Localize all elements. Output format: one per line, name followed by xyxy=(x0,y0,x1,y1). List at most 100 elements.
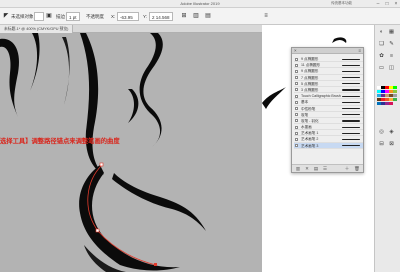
color-swatch[interactable] xyxy=(381,101,385,105)
x-coordinate-field[interactable]: -63.95 mm xyxy=(117,12,139,29)
fill-swatch[interactable] xyxy=(34,12,44,21)
align-panel-icon[interactable]: ⊟ xyxy=(378,141,385,148)
ink-stroke xyxy=(332,37,347,43)
stroke-label: 描边 xyxy=(56,14,65,19)
transparency-panel-icon[interactable]: ◫ xyxy=(388,65,395,72)
appearance-panel-icon[interactable]: ◎ xyxy=(378,129,385,136)
gradient-panel-icon[interactable]: ▭ xyxy=(378,65,385,72)
brush-checkbox[interactable] xyxy=(295,131,298,135)
ink-stroke xyxy=(262,87,286,109)
brush-checkbox[interactable] xyxy=(295,63,298,67)
color-swatch[interactable] xyxy=(393,89,397,93)
color-swatch[interactable] xyxy=(377,101,381,105)
stroke-swatch-icon[interactable]: ▣ xyxy=(45,12,53,21)
stroke-weight-field[interactable]: 1 pt xyxy=(66,12,80,21)
align-icon[interactable]: ▥ xyxy=(192,12,200,21)
color-swatch[interactable] xyxy=(381,85,385,89)
color-swatch[interactable] xyxy=(393,97,397,101)
symbols-panel-icon[interactable]: ✿ xyxy=(378,53,385,60)
color-swatch[interactable] xyxy=(385,89,389,93)
color-swatch[interactable] xyxy=(377,97,381,101)
opacity-label[interactable]: 不透明度 xyxy=(86,12,104,21)
anchor-point xyxy=(95,228,100,233)
arrange-icon[interactable]: ▤ xyxy=(204,12,212,21)
layers-panel-icon[interactable]: ❏ xyxy=(378,41,385,48)
ink-stroke xyxy=(62,37,70,105)
color-swatch[interactable] xyxy=(381,97,385,101)
panel-close-icon[interactable]: × xyxy=(294,48,297,54)
ink-stroke xyxy=(79,165,180,271)
brush-checkbox[interactable] xyxy=(295,125,298,129)
brush-checkbox[interactable] xyxy=(295,76,298,80)
brush-checkbox[interactable] xyxy=(295,144,298,148)
brushes-panel-icon[interactable]: ✎ xyxy=(388,41,395,48)
brush-checkbox[interactable] xyxy=(295,100,298,104)
brush-item[interactable]: 艺术画笔 3 xyxy=(294,142,363,149)
color-panel-icon[interactable]: ◐ xyxy=(378,29,385,36)
color-swatch[interactable] xyxy=(377,93,381,97)
selection-status: 未选择对象 xyxy=(11,14,34,19)
brush-checkbox[interactable] xyxy=(295,107,298,110)
stroke-options-icon[interactable]: ▤ xyxy=(313,166,319,172)
color-swatch[interactable] xyxy=(385,97,389,101)
menu-icon[interactable]: ≡ xyxy=(262,12,270,21)
remove-stroke-icon[interactable]: ✕ xyxy=(304,166,310,172)
ink-stroke xyxy=(128,89,139,123)
brush-checkbox[interactable] xyxy=(295,57,298,61)
brush-checkbox[interactable] xyxy=(295,137,298,141)
y-label: Y: xyxy=(143,14,148,19)
swatches-panel-icon[interactable]: ▦ xyxy=(388,29,395,36)
color-swatch[interactable] xyxy=(385,85,389,89)
ink-stroke xyxy=(112,173,206,231)
panel-menu-icon[interactable]: ≡ xyxy=(358,48,361,54)
workspace-switcher[interactable]: 传统基本功能 xyxy=(331,1,352,6)
panel-header[interactable]: × ≡ xyxy=(292,48,363,54)
color-swatch[interactable] xyxy=(389,85,393,89)
brush-checkbox[interactable] xyxy=(295,113,298,117)
stroke-panel-icon[interactable]: ≡ xyxy=(388,53,395,60)
anchor-point xyxy=(99,162,104,167)
selection-arrow-icon: ◤ xyxy=(3,13,9,19)
new-brush-icon[interactable]: ＋ xyxy=(344,166,350,172)
minimize-icon[interactable]: – xyxy=(374,1,382,7)
brush-options-icon[interactable]: ☰ xyxy=(322,166,328,172)
control-bar: ◤ 未选择对象 ▣ 描边 1 pt 不透明度 X: -63.95 mm Y: 2… xyxy=(0,8,400,29)
color-swatch[interactable] xyxy=(393,85,397,89)
ink-stroke xyxy=(0,38,20,117)
window-title-bar: Adobe Illustrator 2019 传统基本功能 – □ × xyxy=(0,0,400,8)
brush-stroke-preview xyxy=(342,126,360,128)
brush-checkbox[interactable] xyxy=(295,82,298,86)
color-swatch[interactable] xyxy=(377,85,381,89)
color-swatch[interactable] xyxy=(389,89,393,93)
brush-checkbox[interactable] xyxy=(295,94,298,98)
ink-stroke xyxy=(30,33,40,91)
close-icon[interactable]: × xyxy=(392,1,400,7)
brush-library-icon[interactable]: ▥ xyxy=(295,166,301,172)
brush-name: 艺术画笔 3 xyxy=(301,143,319,148)
brush-stroke-preview xyxy=(342,95,360,97)
y-coordinate-field[interactable]: 2 14.568 mm xyxy=(149,12,173,29)
brush-stroke-preview xyxy=(342,145,360,147)
brush-checkbox[interactable] xyxy=(295,88,298,92)
pathfinder-panel-icon[interactable]: ⊠ xyxy=(388,141,395,148)
maximize-icon[interactable]: □ xyxy=(383,1,391,7)
color-swatch[interactable] xyxy=(385,101,389,105)
color-swatch[interactable] xyxy=(381,93,385,97)
transform-icon[interactable]: ⊞ xyxy=(180,12,188,21)
canvas[interactable] xyxy=(0,33,262,272)
delete-brush-icon[interactable]: 🗑 xyxy=(354,166,360,172)
document-tab[interactable]: 未标题-1* @ 400% (CMYK/GPU 预览) xyxy=(0,25,74,33)
panel-footer: ▥ ✕ ▤ ☰ ＋ 🗑 xyxy=(292,164,363,172)
color-swatch[interactable] xyxy=(385,93,389,97)
color-swatch[interactable] xyxy=(377,89,381,93)
color-swatch[interactable] xyxy=(381,89,385,93)
brush-checkbox[interactable] xyxy=(295,119,298,123)
brushes-panel: × ≡ 9 点椭圆形 11 点椭圆形 9 点椭圆形 7 点椭圆形 5 点椭圆形 3 点椭圆… xyxy=(291,47,364,173)
graphic-styles-icon[interactable]: ◈ xyxy=(388,129,395,136)
brush-stroke-preview xyxy=(342,77,360,79)
color-swatch[interactable] xyxy=(393,93,397,97)
color-swatch[interactable] xyxy=(389,97,393,101)
color-swatch[interactable] xyxy=(389,101,393,105)
brush-checkbox[interactable] xyxy=(295,69,298,73)
color-swatch[interactable] xyxy=(389,93,393,97)
